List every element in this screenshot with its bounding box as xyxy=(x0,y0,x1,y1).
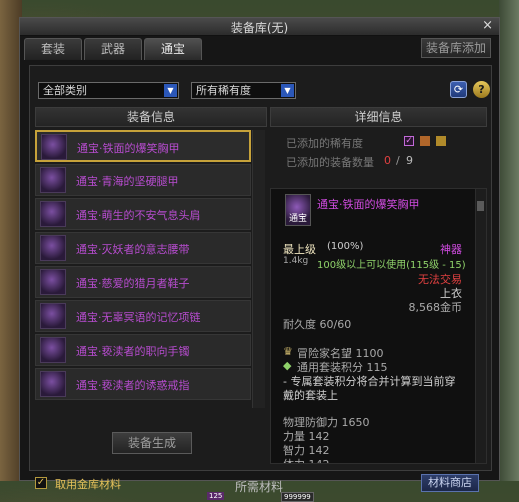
list-item[interactable]: 通宝·灭妖者的意志腰带 xyxy=(35,232,251,264)
equipment-info-header: 装备信息 xyxy=(35,107,267,127)
detail-vitality: 体力 142 xyxy=(283,456,330,463)
list-item[interactable]: 通宝·青海的坚硬腿甲 xyxy=(35,164,251,196)
rarity-select[interactable]: 所有稀有度 ▼ xyxy=(191,82,296,99)
equipment-library-add-button[interactable]: 装备库添加 xyxy=(421,38,491,58)
list-item[interactable]: 通宝·亵渎者的诱惑戒指 xyxy=(35,368,251,400)
material-count-b: 999999 xyxy=(281,492,314,502)
list-item[interactable]: 通宝·无辜冥语的记忆项链 xyxy=(35,300,251,332)
title-bar[interactable]: 装备库(无) × xyxy=(20,18,499,36)
item-name: 通宝·亵渎者的职向手镯 xyxy=(76,345,190,358)
item-name: 通宝·慈爱的猎月者鞋子 xyxy=(76,277,190,290)
detail-info-header: 详细信息 xyxy=(270,107,487,127)
item-name: 通宝·亵渎者的诱惑戒指 xyxy=(76,379,190,392)
use-gold-materials-label: 取用金库材料 xyxy=(55,478,121,491)
background-right xyxy=(499,0,519,481)
detail-item-name: 通宝·铁面的爆笑胸甲 xyxy=(317,198,420,211)
item-icon xyxy=(40,235,66,261)
detail-panel: 已添加的稀有度 ✓ 已添加的装备数量 0 / 9 通宝 通宝·铁面的爆笑胸甲 最… xyxy=(270,130,487,464)
window-title: 装备库(无) xyxy=(230,21,289,35)
added-count-label: 已添加的装备数量 xyxy=(286,156,374,169)
item-name: 通宝·灭妖者的意志腰带 xyxy=(76,243,190,256)
equipment-list: 通宝·铁面的爆笑胸甲 通宝·青海的坚硬腿甲 通宝·萌生的不安气息头肩 通宝·灭妖… xyxy=(35,130,267,408)
list-item[interactable]: 通宝·慈爱的猎月者鞋子 xyxy=(35,266,251,298)
bottom-bar: ✓ 取用金库材料 所需材料 材料商店 125 999999 xyxy=(29,474,492,502)
item-name: 通宝·青海的坚硬腿甲 xyxy=(76,175,179,188)
item-detail-tooltip: 通宝 通宝·铁面的爆笑胸甲 最上级 (100%) 神器 1.4kg 100级以上… xyxy=(270,188,487,464)
detail-price: 8,568金币 xyxy=(408,301,463,314)
rarity-orange-checkbox[interactable] xyxy=(420,136,430,146)
rarity-select-value: 所有稀有度 xyxy=(196,84,251,97)
detail-grade-pct: (100%) xyxy=(327,241,364,252)
material-count-a: 125 xyxy=(207,492,225,500)
item-name: 通宝·无辜冥语的记忆项链 xyxy=(76,311,201,324)
chevron-down-icon: ▼ xyxy=(164,84,177,97)
tab-weapon[interactable]: 武器 xyxy=(84,38,142,60)
list-item[interactable]: 通宝·铁面的爆笑胸甲 xyxy=(35,130,251,162)
list-scrollbar[interactable] xyxy=(252,130,265,408)
added-count-max: 9 xyxy=(406,154,413,167)
item-icon xyxy=(41,134,67,160)
category-select-value: 全部类别 xyxy=(43,84,87,97)
detail-scrollbar-thumb[interactable] xyxy=(477,201,484,211)
material-shop-button[interactable]: 材料商店 xyxy=(421,474,479,492)
adventure-fame-icon: ♛ xyxy=(283,345,293,358)
detail-durability: 耐久度 60/60 xyxy=(283,318,352,331)
refresh-icon[interactable]: ⟳ xyxy=(450,81,467,98)
item-icon xyxy=(40,337,66,363)
item-icon xyxy=(40,371,66,397)
equipment-library-window: 装备库(无) × 套装 武器 通宝 装备库添加 全部类别 ▼ 所有稀有度 ▼ ⟳… xyxy=(19,17,500,502)
tab-set[interactable]: 套装 xyxy=(24,38,82,60)
list-item[interactable]: 通宝·亵渎者的职向手镯 xyxy=(35,334,251,366)
item-name: 通宝·萌生的不安气息头肩 xyxy=(76,209,201,222)
close-icon[interactable]: × xyxy=(482,18,493,33)
detail-icon-label: 通宝 xyxy=(288,214,307,224)
set-points-icon: ◆ xyxy=(283,359,292,372)
detail-scrollbar[interactable] xyxy=(475,189,486,463)
item-icon xyxy=(40,167,66,193)
added-count-separator: / xyxy=(396,154,400,167)
chevron-down-icon: ▼ xyxy=(281,84,294,97)
rarity-epic-checkbox[interactable]: ✓ xyxy=(404,136,414,146)
main-panel: 全部类别 ▼ 所有稀有度 ▼ ⟳ ? 装备信息 详细信息 通宝·铁面的爆笑胸甲 … xyxy=(29,65,492,471)
help-icon[interactable]: ? xyxy=(473,81,490,98)
detail-grade: 最上级 xyxy=(283,243,316,256)
tab-tongbao[interactable]: 通宝 xyxy=(144,38,202,60)
item-icon xyxy=(40,269,66,295)
item-icon xyxy=(40,201,66,227)
list-item[interactable]: 通宝·萌生的不安气息头肩 xyxy=(35,198,251,230)
use-gold-materials-checkbox[interactable]: ✓ xyxy=(35,477,47,489)
category-select[interactable]: 全部类别 ▼ xyxy=(38,82,179,99)
detail-set-note-line2: 戴的套装上 xyxy=(283,389,338,402)
generate-equipment-button[interactable]: 装备生成 xyxy=(112,432,192,454)
rarity-gold-checkbox[interactable] xyxy=(436,136,446,146)
item-icon xyxy=(40,303,66,329)
detail-rarity: 神器 xyxy=(440,243,462,256)
detail-level-requirement: 100级以上可以使用(115级 - 15) xyxy=(317,260,466,271)
detail-weight: 1.4kg xyxy=(283,256,309,266)
added-count-value: 0 xyxy=(384,154,391,167)
item-name: 通宝·铁面的爆笑胸甲 xyxy=(77,142,180,155)
detail-item-icon: 通宝 xyxy=(285,194,311,226)
added-rarity-label: 已添加的稀有度 xyxy=(286,137,363,150)
